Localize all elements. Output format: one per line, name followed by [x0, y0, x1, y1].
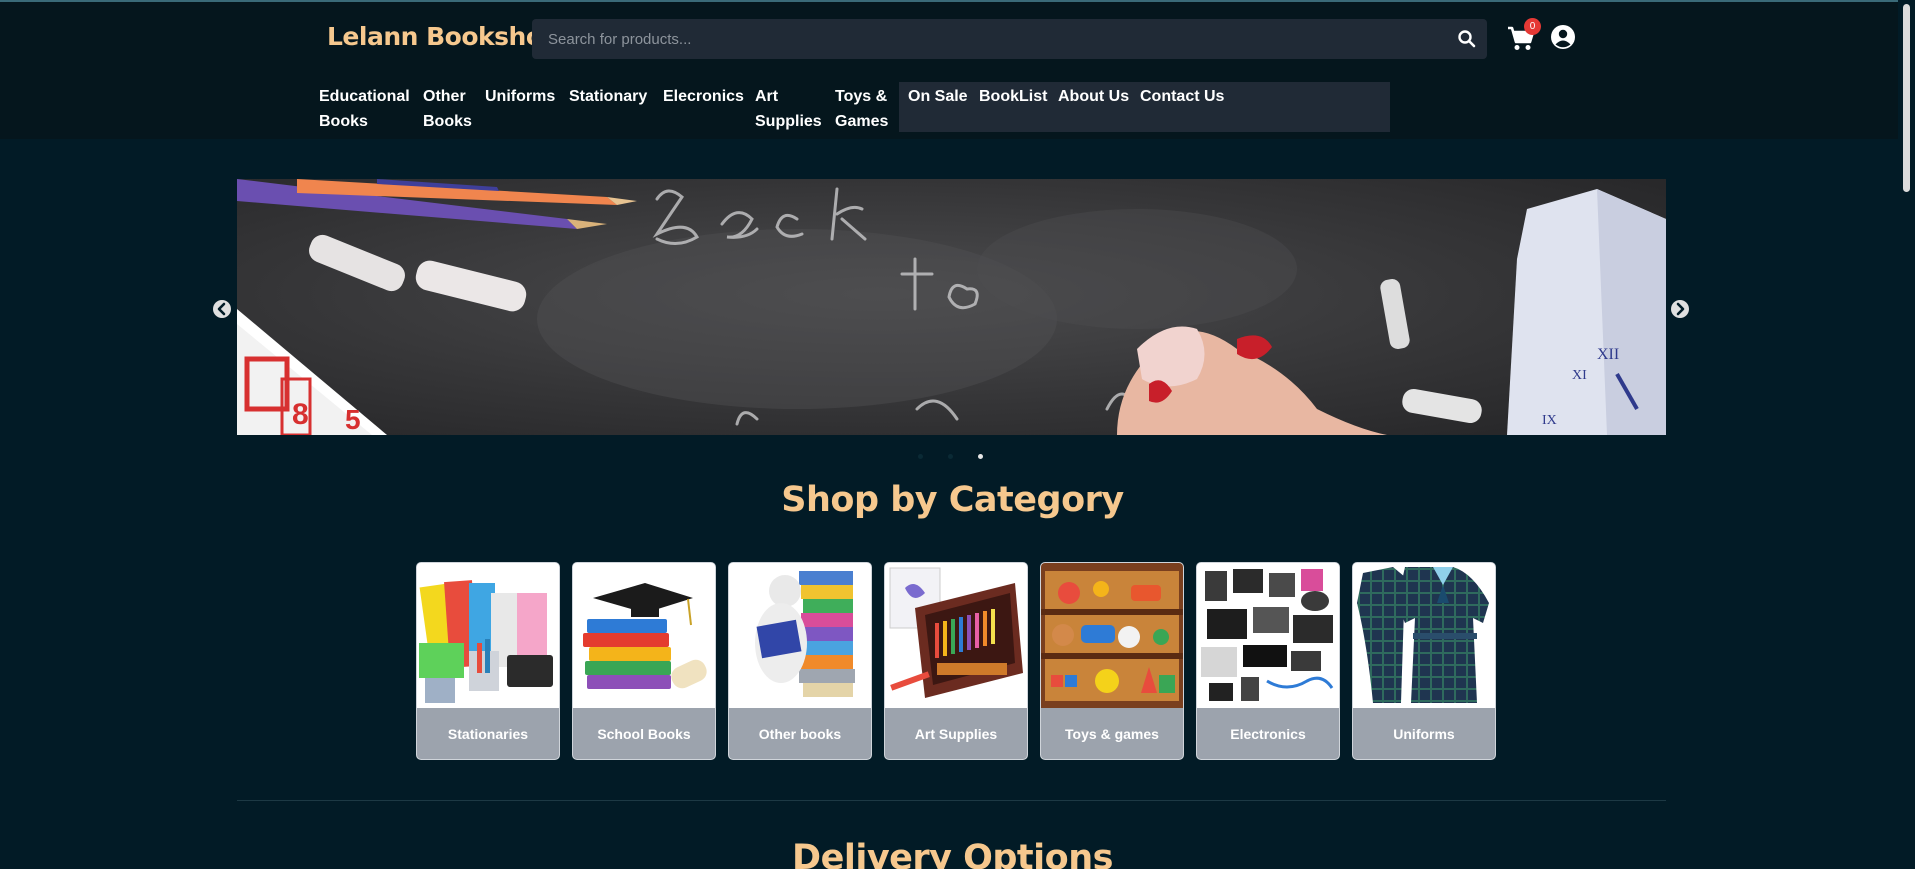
nav-on-sale[interactable]: On Sale	[908, 84, 968, 109]
site-logo[interactable]: Lelann Bookshop	[327, 22, 560, 51]
svg-text:8: 8	[292, 398, 309, 431]
category-label: Other books	[729, 708, 871, 759]
nav-electronics[interactable]: Elecronics	[663, 84, 744, 109]
nav-art-supplies[interactable]: Art Supplies	[755, 84, 825, 134]
category-card-toys-games[interactable]: Toys & games	[1040, 562, 1184, 760]
category-label: School Books	[573, 708, 715, 759]
carousel-dot-3-active[interactable]	[978, 454, 983, 459]
delivery-section-title: Delivery Options	[792, 838, 1113, 869]
search-input[interactable]	[532, 19, 1487, 59]
cart-count-badge: 0	[1524, 18, 1541, 35]
category-section-title: Shop by Category	[781, 480, 1124, 520]
site-header: Lelann Bookshop 0 Educational Books Othe…	[0, 0, 1898, 139]
nav-booklist[interactable]: BookList	[979, 84, 1047, 109]
uniforms-image	[1353, 563, 1495, 708]
stationery-image	[417, 563, 559, 708]
category-card-uniforms[interactable]: Uniforms	[1352, 562, 1496, 760]
hero-banner-image: 8 5 XII XI IX	[237, 179, 1666, 435]
search-icon[interactable]	[1457, 29, 1477, 49]
carousel-next-button[interactable]	[1671, 300, 1689, 318]
user-account-icon[interactable]	[1550, 24, 1576, 50]
category-label: Electronics	[1197, 708, 1339, 759]
category-label: Uniforms	[1353, 708, 1495, 759]
nav-contact-us[interactable]: Contact Us	[1140, 84, 1224, 109]
category-card-school-books[interactable]: School Books	[572, 562, 716, 760]
carousel-prev-button[interactable]	[213, 300, 231, 318]
secondary-nav: On Sale BookList About Us Contact Us	[899, 82, 1390, 132]
category-card-electronics[interactable]: Electronics	[1196, 562, 1340, 760]
art-supplies-image	[885, 563, 1027, 708]
svg-text:XII: XII	[1597, 346, 1619, 363]
category-card-art-supplies[interactable]: Art Supplies	[884, 562, 1028, 760]
carousel-dot-1[interactable]	[918, 454, 923, 459]
category-label: Stationaries	[417, 708, 559, 759]
nav-educational-books[interactable]: Educational Books	[319, 84, 414, 134]
chevron-right-icon	[1676, 302, 1685, 316]
svg-text:XI: XI	[1572, 368, 1587, 383]
section-divider	[237, 800, 1666, 801]
chevron-left-icon	[217, 302, 226, 316]
electronics-image	[1197, 563, 1339, 708]
category-label: Toys & games	[1041, 708, 1183, 759]
toys-image	[1041, 563, 1183, 708]
search-bar	[532, 19, 1487, 59]
category-card-other-books[interactable]: Other books	[728, 562, 872, 760]
school-books-image	[573, 563, 715, 708]
nav-uniforms[interactable]: Uniforms	[485, 84, 555, 109]
category-label: Art Supplies	[885, 708, 1027, 759]
nav-other-books[interactable]: Other Books	[423, 84, 478, 134]
page-scrollbar[interactable]	[1898, 0, 1915, 869]
scrollbar-thumb[interactable]	[1903, 4, 1910, 192]
other-books-image	[729, 563, 871, 708]
nav-about-us[interactable]: About Us	[1058, 84, 1129, 109]
nav-stationary[interactable]: Stationary	[569, 84, 647, 109]
category-card-stationaries[interactable]: Stationaries	[416, 562, 560, 760]
carousel-dot-2[interactable]	[948, 454, 953, 459]
svg-text:5: 5	[345, 404, 361, 435]
nav-toys-games[interactable]: Toys & Games	[835, 84, 895, 134]
svg-text:IX: IX	[1542, 413, 1557, 428]
